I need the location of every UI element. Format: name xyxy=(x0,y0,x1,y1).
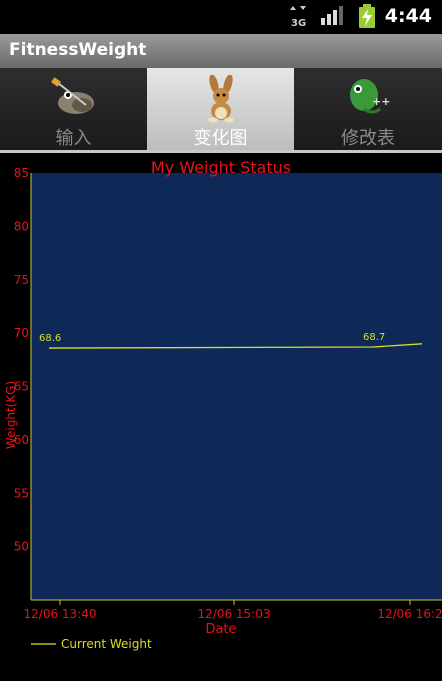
rabbit-icon xyxy=(207,75,234,123)
legend-label: Current Weight xyxy=(61,637,152,651)
chart-title: My Weight Status xyxy=(151,158,291,177)
y-tick-label: 75 xyxy=(14,273,29,287)
tab-edit-table[interactable]: ++ 修改表 xyxy=(294,68,442,152)
weight-chart: My Weight Status 85 80 75 70 65 60 55 50 12/06 … xyxy=(0,153,442,677)
tab-input[interactable]: 输入 xyxy=(0,68,148,152)
weight-chart-svg: My Weight Status 8580757065605550 12/06 … xyxy=(4,158,442,651)
y-tick-label: 85 xyxy=(14,166,29,180)
data-label: 68.6 xyxy=(39,333,61,344)
tab-chart-label: 变化图 xyxy=(193,128,248,149)
tab-bar: 输入 变化图 ++ 修改表 xyxy=(0,68,442,152)
y-axis-label: Weight(KG) xyxy=(4,381,18,449)
gimp-icon xyxy=(50,77,94,114)
data-label: 68.7 xyxy=(363,332,385,343)
tab-chart[interactable]: 变化图 xyxy=(147,68,295,152)
y-axis-ticks: 8580757065605550 xyxy=(14,166,29,554)
svg-text:3G: 3G xyxy=(291,18,306,29)
app-title: FitnessWeight xyxy=(9,40,147,60)
clock: 4:44 xyxy=(384,5,432,27)
y-tick-label: 55 xyxy=(14,486,29,500)
plot-area xyxy=(31,173,442,600)
tab-edit-table-label: 修改表 xyxy=(341,128,395,149)
svg-text:++: ++ xyxy=(372,95,390,108)
battery-charging-icon xyxy=(359,4,375,28)
x-axis-ticks: 12/06 13:40 12/06 15:03 12/06 16:2 xyxy=(24,600,442,621)
y-tick-label: 70 xyxy=(14,326,29,340)
y-tick-label: 80 xyxy=(14,219,29,233)
x-tick-label: 12/06 15:03 xyxy=(198,607,271,621)
x-tick-label: 12/06 13:40 xyxy=(24,607,97,621)
chameleon-cpp-icon: ++ xyxy=(350,79,390,114)
app-title-bar: FitnessWeight xyxy=(0,34,442,69)
3g-data-icon: 3G xyxy=(290,6,306,29)
tab-input-label: 输入 xyxy=(55,128,92,149)
x-axis-label: Date xyxy=(205,622,236,637)
signal-icon xyxy=(321,6,343,25)
y-tick-label: 50 xyxy=(14,540,29,554)
status-bar: 3G 4:44 xyxy=(0,0,442,34)
x-tick-label: 12/06 16:2 xyxy=(377,607,442,621)
